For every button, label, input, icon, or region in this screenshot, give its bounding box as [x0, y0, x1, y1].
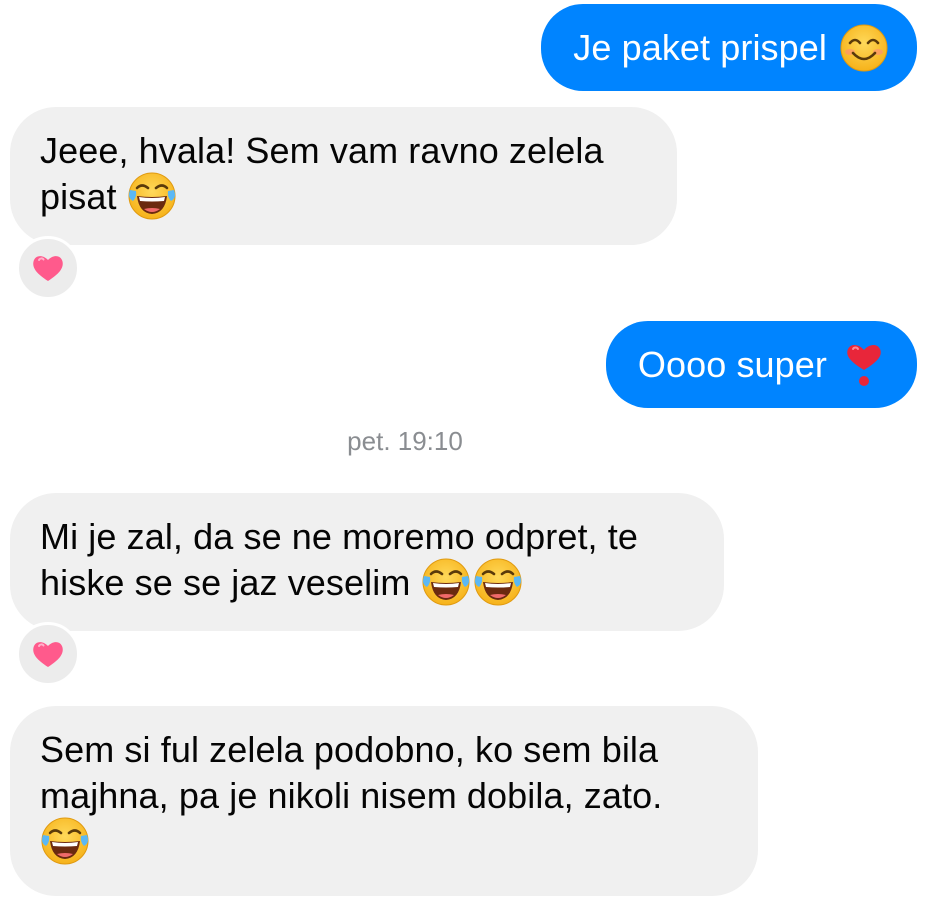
conversation-timestamp: pet. 19:10 — [347, 426, 463, 456]
incoming-message-bubble[interactable]: Jeee, hvala! Sem vam ravno zelela pisat — [10, 107, 677, 245]
message-text-line: Jeee, hvala! Sem vam ravno zelela — [40, 130, 604, 171]
outgoing-message-bubble[interactable]: Je paket prispel — [541, 4, 917, 91]
message-text: Oooo super — [637, 344, 827, 385]
face-with-tears-of-joy-emoji-icon — [473, 557, 523, 607]
heart-exclamation-emoji-icon — [839, 340, 889, 390]
face-with-tears-of-joy-emoji-icon — [127, 171, 177, 221]
message-text-line: pisat — [40, 174, 647, 224]
message-text-line: majhna, pa je nikoli nisem dobila, zato. — [40, 775, 663, 816]
heart-reaction-badge[interactable] — [16, 236, 80, 300]
message-text: Je paket prispel — [573, 27, 827, 68]
smiling-face-emoji-icon — [839, 23, 889, 73]
message-text-line: Mi je zal, da se ne moremo odpret, te — [40, 516, 638, 557]
incoming-message-bubble[interactable]: Sem si ful zelela podobno, ko sem bila m… — [10, 706, 758, 896]
face-with-tears-of-joy-emoji-icon — [421, 557, 471, 607]
message-text-fragment: hiske se se jaz veselim — [40, 562, 411, 603]
heart-reaction-badge[interactable] — [16, 622, 80, 686]
outgoing-message-bubble[interactable]: Oooo super — [605, 321, 917, 408]
incoming-message-bubble[interactable]: Mi je zal, da se ne moremo odpret, te hi… — [10, 493, 724, 631]
face-with-tears-of-joy-emoji-icon — [40, 816, 90, 866]
message-text-line: hiske se se jaz veselim — [40, 560, 694, 610]
message-text-line — [40, 819, 728, 869]
message-text-line: Sem si ful zelela podobno, ko sem bila — [40, 729, 659, 770]
pink-heart-icon — [31, 637, 65, 671]
message-text-fragment: pisat — [40, 176, 117, 217]
pink-heart-icon — [31, 251, 65, 285]
